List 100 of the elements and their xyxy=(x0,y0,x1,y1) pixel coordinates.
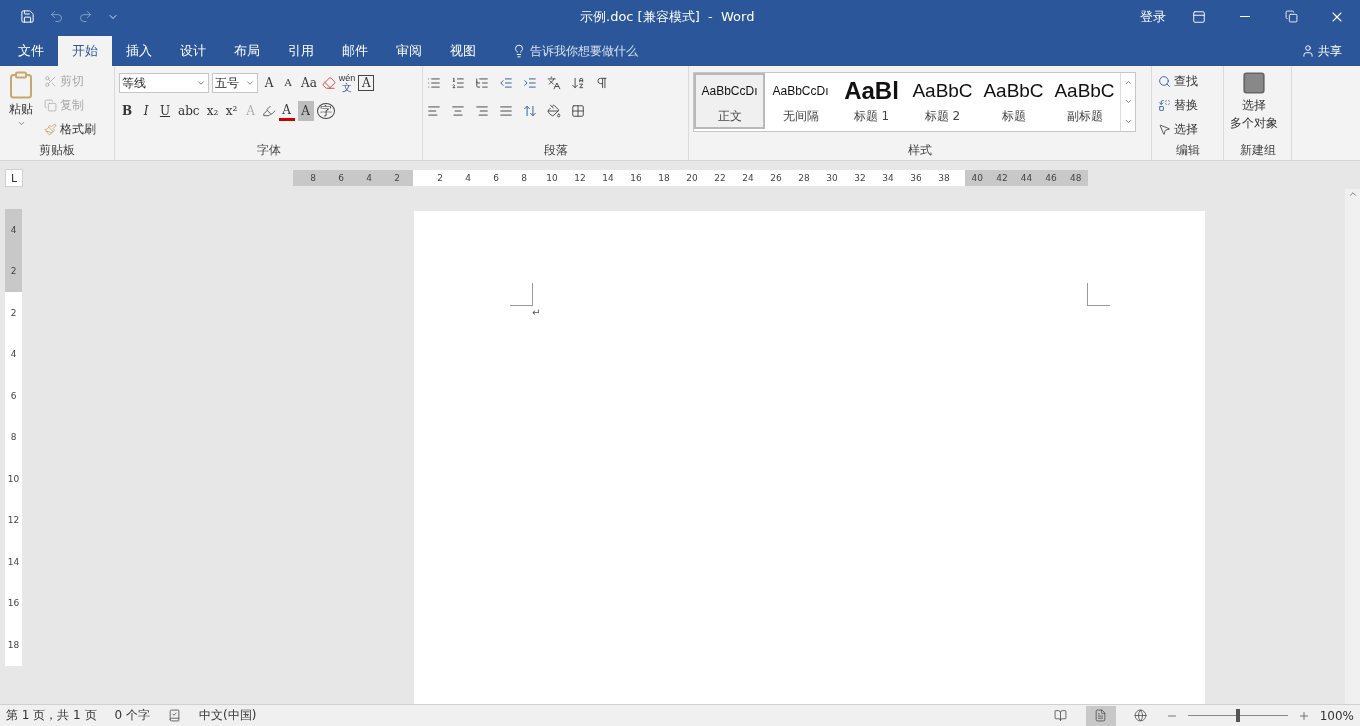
proofing-icon[interactable] xyxy=(168,709,181,722)
share-button[interactable]: 共享 xyxy=(1295,36,1348,66)
ruler-number: 2 xyxy=(9,306,18,320)
multilevel-list-icon[interactable] xyxy=(475,76,489,90)
zoom-in-icon[interactable] xyxy=(1297,709,1310,722)
languages-icon[interactable] xyxy=(547,76,561,90)
lightbulb-icon xyxy=(512,44,526,58)
replace-button[interactable]: 替换 xyxy=(1156,94,1200,116)
justify-icon[interactable] xyxy=(499,104,513,118)
menu-tab[interactable]: 审阅 xyxy=(382,36,436,66)
group-label: 剪贴板 xyxy=(38,142,76,159)
save-button[interactable] xyxy=(20,9,35,24)
menu-tab[interactable]: 设计 xyxy=(166,36,220,66)
borders-icon[interactable] xyxy=(571,104,585,118)
line-spacing-icon[interactable] xyxy=(523,104,537,118)
language-label[interactable]: 中文(中国) xyxy=(199,707,257,724)
style-item[interactable]: AaBbCcDı 正文 xyxy=(694,73,765,129)
character-shading-button[interactable]: A xyxy=(297,101,314,121)
format-button[interactable]: I xyxy=(138,101,154,121)
phonetic-guide-button[interactable]: wén 文 xyxy=(338,74,356,92)
paste-button[interactable]: 粘贴 xyxy=(4,70,38,140)
character-border-button[interactable]: A xyxy=(358,75,375,91)
ruler-number: 4 xyxy=(9,348,18,362)
ruler-number: 8 xyxy=(309,172,317,185)
ruler-number: 2 xyxy=(9,265,18,279)
paint-bucket-icon[interactable] xyxy=(547,104,561,118)
font-color-button[interactable]: A xyxy=(278,101,295,121)
decrease-indent-icon[interactable] xyxy=(499,76,513,90)
format-button[interactable]: x² xyxy=(223,101,240,121)
window-title: 示例.doc [兼容模式] - Word xyxy=(580,7,756,26)
ruler-number: 2 xyxy=(436,172,444,185)
increase-indent-icon[interactable] xyxy=(523,76,537,90)
tab-selector[interactable]: L xyxy=(5,169,23,187)
ruler-number: 40 xyxy=(970,172,984,185)
change-case-button[interactable]: Aa xyxy=(299,73,319,93)
pointer-icon xyxy=(1158,122,1171,136)
ruler-number: 10 xyxy=(6,472,21,486)
ruler-number: 6 xyxy=(492,172,500,185)
select-objects-button[interactable]: 选择 多个对象 xyxy=(1228,70,1280,140)
ruler-number: 8 xyxy=(9,431,18,445)
redo-icon xyxy=(78,9,93,24)
scroll-up-icon[interactable] xyxy=(1347,189,1358,199)
save-icon xyxy=(20,9,35,24)
undo-button[interactable] xyxy=(49,9,64,24)
font-size-field[interactable]: 五号 xyxy=(212,73,258,93)
vertical-scrollbar[interactable] xyxy=(1345,189,1360,704)
align-right-icon[interactable] xyxy=(475,104,489,118)
group-label: 字体 xyxy=(255,142,282,159)
paintbrush-icon xyxy=(44,122,57,136)
ruler-number: 24 xyxy=(741,172,755,185)
ruler-number: 36 xyxy=(909,172,923,185)
replace-icon xyxy=(1158,98,1171,112)
ruler-number: 6 xyxy=(9,389,18,403)
menu-tab[interactable]: 文件 xyxy=(4,36,58,66)
grow-font-button[interactable]: A xyxy=(261,73,277,93)
menu-tab[interactable]: 视图 xyxy=(436,36,490,66)
find-button[interactable]: 查找 xyxy=(1156,70,1200,92)
select-button[interactable]: 选择 xyxy=(1156,118,1200,140)
zoom-level[interactable]: 100% xyxy=(1319,708,1354,723)
page-count[interactable]: 第 1 页，共 1 页 xyxy=(6,707,97,724)
ruler-number: 34 xyxy=(881,172,895,185)
print-layout-button[interactable] xyxy=(1085,705,1116,726)
format-painter-button[interactable]: 格式刷 xyxy=(42,118,98,140)
eraser-icon[interactable] xyxy=(321,76,336,90)
numbering-icon[interactable] xyxy=(451,76,465,90)
group-label: 新建组 xyxy=(1238,142,1277,159)
format-button[interactable]: abc xyxy=(176,101,202,121)
person-icon xyxy=(1301,44,1315,58)
format-button[interactable]: U xyxy=(157,101,173,121)
margin-corner-mark xyxy=(1087,283,1110,306)
sort-icon[interactable] xyxy=(571,76,585,90)
pilcrow-icon[interactable] xyxy=(595,76,609,90)
ruler-number: 28 xyxy=(797,172,811,185)
caret-icon xyxy=(16,119,26,128)
menu-tab[interactable]: 开始 xyxy=(58,36,112,66)
menu-tab[interactable]: 邮件 xyxy=(328,36,382,66)
redo-button[interactable] xyxy=(78,9,93,24)
margin-corner-mark xyxy=(510,283,533,306)
menu-tab[interactable]: 布局 xyxy=(220,36,274,66)
bullets-icon[interactable] xyxy=(427,76,441,90)
ruler-number: 38 xyxy=(937,172,951,185)
font-name-field[interactable]: 等线 xyxy=(119,73,209,93)
highlighter-icon[interactable] xyxy=(261,104,276,118)
align-left-icon[interactable] xyxy=(427,104,441,118)
format-button[interactable]: x₂ xyxy=(204,101,221,121)
ruler-number: 4 xyxy=(365,172,373,185)
menu-tab[interactable]: 引用 xyxy=(274,36,328,66)
tell-me-button[interactable]: 告诉我你想要做什么 xyxy=(506,36,644,66)
document-page[interactable]: ↵ xyxy=(414,211,1205,704)
login-button[interactable]: 登录 xyxy=(1130,0,1176,33)
search-icon xyxy=(1158,74,1171,88)
book-icon xyxy=(1054,709,1068,722)
zoom-thumb[interactable] xyxy=(1235,709,1240,722)
globe-icon xyxy=(1134,709,1148,722)
shrink-font-button[interactable]: A xyxy=(280,73,296,93)
align-center-icon[interactable] xyxy=(451,104,465,118)
paragraph-mark: ↵ xyxy=(532,307,541,318)
word-count[interactable]: 0 个字 xyxy=(114,707,150,724)
format-button[interactable]: B xyxy=(119,101,135,121)
menu-tab[interactable]: 插入 xyxy=(112,36,166,66)
